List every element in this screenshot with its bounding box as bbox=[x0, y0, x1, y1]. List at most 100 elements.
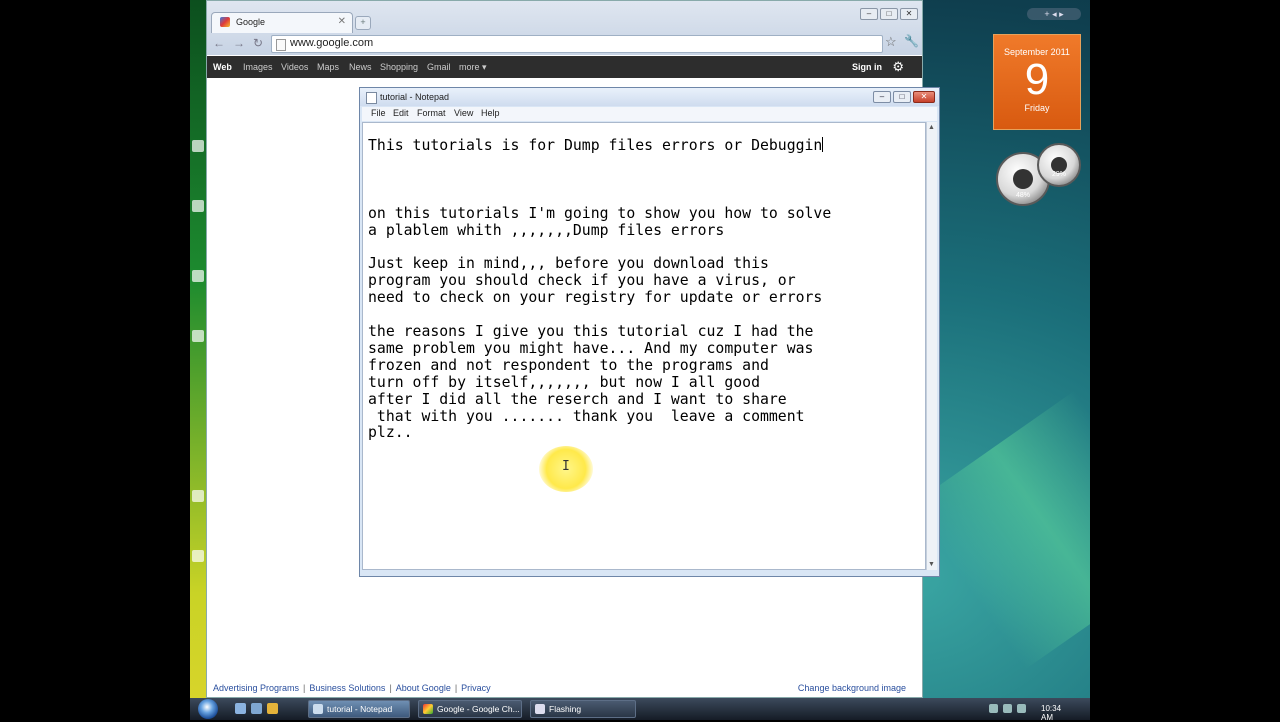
task-label: tutorial - Notepad bbox=[327, 704, 393, 714]
menu-format[interactable]: Format bbox=[417, 108, 446, 118]
gbar-maps[interactable]: Maps bbox=[317, 62, 339, 72]
volume-icon[interactable] bbox=[1017, 704, 1026, 713]
flashing-task-icon bbox=[535, 704, 545, 714]
maximize-button[interactable]: □ bbox=[880, 8, 898, 20]
text-caret bbox=[822, 137, 824, 152]
memory-percent: 29% bbox=[1051, 171, 1066, 178]
notepad-scrollbar[interactable]: ▲ ▼ bbox=[926, 122, 937, 570]
notepad-titlebar[interactable]: tutorial - Notepad – □ ✕ bbox=[360, 88, 939, 106]
gbar-web[interactable]: Web bbox=[213, 62, 232, 72]
text-line: This tutorials is for Dump files errors … bbox=[368, 137, 823, 154]
desktop: Google ✕ + – □ ✕ ← → ↻ www.google.com ☆ 🔧 … bbox=[190, 0, 1090, 720]
google-favicon-icon bbox=[220, 17, 230, 27]
clock[interactable]: 10:34 AM bbox=[1041, 704, 1061, 722]
footer-advertising[interactable]: Advertising Programs bbox=[213, 683, 299, 693]
tray-arrow-icon[interactable] bbox=[989, 704, 998, 713]
close-button[interactable]: ✕ bbox=[900, 8, 918, 20]
calendar-day: 9 bbox=[1024, 55, 1050, 104]
menu-view[interactable]: View bbox=[454, 108, 473, 118]
scroll-up-icon[interactable]: ▲ bbox=[928, 124, 935, 131]
new-tab-button[interactable]: + bbox=[355, 16, 371, 30]
start-button[interactable] bbox=[198, 699, 218, 719]
sign-in-link[interactable]: Sign in bbox=[852, 62, 882, 72]
text-line: turn off by itself,,,,,,, but now I all … bbox=[368, 373, 760, 391]
desktop-left-strip bbox=[190, 0, 206, 698]
show-desktop-icon[interactable] bbox=[235, 703, 246, 714]
task-flashing[interactable]: Flashing bbox=[530, 700, 636, 718]
notepad-icon bbox=[366, 92, 377, 104]
bookmark-star-icon[interactable]: ☆ bbox=[885, 34, 897, 50]
reload-icon[interactable]: ↻ bbox=[253, 36, 263, 50]
gbar-videos[interactable]: Videos bbox=[281, 62, 308, 72]
text-line: plz.. bbox=[368, 424, 413, 442]
footer-separator: | bbox=[454, 683, 458, 693]
task-label: Flashing bbox=[549, 704, 582, 714]
text-line bbox=[368, 189, 831, 206]
menu-file[interactable]: File bbox=[371, 108, 386, 118]
text-line: need to check on your registry for updat… bbox=[368, 289, 823, 307]
footer-separator: | bbox=[389, 683, 392, 693]
footer-business[interactable]: Business Solutions bbox=[309, 683, 385, 693]
chrome-toolbar: Google ✕ + – □ ✕ ← → ↻ www.google.com ☆ 🔧 bbox=[207, 1, 922, 55]
desktop-icon[interactable] bbox=[192, 200, 204, 212]
notepad-task-icon bbox=[313, 704, 323, 714]
ibeam-cursor-icon: I bbox=[562, 459, 570, 474]
network-icon[interactable] bbox=[1003, 704, 1012, 713]
sidebar-gadget-controls[interactable]: + ◂ ▸ bbox=[1027, 8, 1081, 20]
text-line: program you should check if you have a v… bbox=[368, 272, 796, 290]
notepad-maximize-button[interactable]: □ bbox=[893, 91, 911, 103]
notepad-text-area[interactable]: This tutorials is for Dump files errors … bbox=[362, 122, 926, 570]
tab-close-icon[interactable]: ✕ bbox=[338, 16, 346, 27]
gbar-news[interactable]: News bbox=[349, 62, 372, 72]
task-label: Google - Google Ch... bbox=[437, 704, 520, 714]
text-line: a plablem whith ,,,,,,,Dump files errors bbox=[368, 221, 725, 239]
calendar-gadget[interactable]: September 2011 9 Friday bbox=[993, 34, 1081, 130]
menu-help[interactable]: Help bbox=[481, 108, 500, 118]
gbar-shopping[interactable]: Shopping bbox=[380, 62, 418, 72]
text-line bbox=[368, 239, 831, 256]
task-chrome[interactable]: Google - Google Ch... bbox=[418, 700, 522, 718]
gbar-more[interactable]: more ▾ bbox=[459, 62, 487, 73]
gear-icon[interactable]: ⚙ bbox=[892, 59, 904, 75]
text-line: on this tutorials I'm going to show you … bbox=[368, 204, 832, 222]
footer-privacy[interactable]: Privacy bbox=[461, 683, 491, 693]
notepad-minimize-button[interactable]: – bbox=[873, 91, 891, 103]
google-bar: Web Images Videos Maps News Shopping Gma… bbox=[207, 56, 922, 78]
footer-separator: | bbox=[303, 683, 306, 693]
forward-icon[interactable]: → bbox=[233, 36, 245, 50]
google-footer: Advertising Programs | Business Solutions |… bbox=[213, 683, 491, 693]
back-icon[interactable]: ← bbox=[213, 36, 225, 50]
text-line: Just keep in mind,,, before you download… bbox=[368, 255, 769, 273]
notepad-menubar: File Edit Format View Help bbox=[362, 107, 937, 121]
quicklaunch-icon[interactable] bbox=[267, 703, 278, 714]
address-bar[interactable]: www.google.com bbox=[271, 35, 883, 53]
text-line: after I did all the reserch and I want t… bbox=[368, 390, 787, 408]
scroll-down-icon[interactable]: ▼ bbox=[928, 561, 935, 568]
desktop-icon[interactable] bbox=[192, 490, 204, 502]
wrench-icon[interactable]: 🔧 bbox=[904, 34, 919, 48]
minimize-button[interactable]: – bbox=[860, 8, 878, 20]
desktop-icon[interactable] bbox=[192, 270, 204, 282]
text-line bbox=[368, 155, 831, 172]
footer-about[interactable]: About Google bbox=[396, 683, 451, 693]
chrome-task-icon bbox=[423, 704, 433, 714]
text-line bbox=[368, 172, 831, 189]
switch-windows-icon[interactable] bbox=[251, 703, 262, 714]
notepad-close-button[interactable]: ✕ bbox=[913, 91, 935, 103]
menu-edit[interactable]: Edit bbox=[393, 108, 409, 118]
text-line: same problem you might have... And my co… bbox=[368, 339, 814, 357]
notepad-window: tutorial - Notepad – □ ✕ File Edit Format … bbox=[359, 87, 940, 577]
desktop-icon[interactable] bbox=[192, 330, 204, 342]
notepad-title: tutorial - Notepad bbox=[380, 92, 450, 102]
tab-google[interactable]: Google ✕ bbox=[211, 12, 353, 33]
desktop-icon[interactable] bbox=[192, 550, 204, 562]
gbar-gmail[interactable]: Gmail bbox=[427, 62, 451, 72]
page-icon bbox=[276, 39, 286, 51]
notepad-window-controls: – □ ✕ bbox=[871, 91, 935, 103]
desktop-icon[interactable] bbox=[192, 140, 204, 152]
task-notepad[interactable]: tutorial - Notepad bbox=[308, 700, 410, 718]
change-background-link[interactable]: Change background image bbox=[798, 683, 906, 693]
cpu-percent: 48% bbox=[1015, 192, 1030, 199]
gbar-images[interactable]: Images bbox=[243, 62, 273, 72]
memory-meter-gadget[interactable]: 29% bbox=[1037, 143, 1081, 187]
